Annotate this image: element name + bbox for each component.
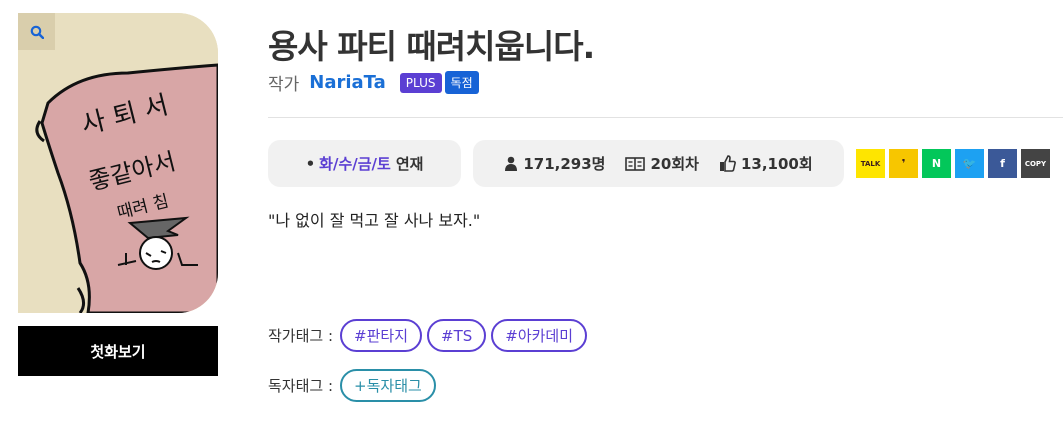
author-tag-fantasy[interactable]: #판타지 <box>340 319 422 352</box>
schedule-suffix: 연재 <box>395 155 424 173</box>
search-icon <box>30 25 44 39</box>
exclusive-badge: 독점 <box>444 71 479 94</box>
person-icon <box>505 156 518 171</box>
share-facebook-button[interactable]: f <box>988 149 1017 178</box>
cover-image[interactable]: 사 퇴 서 좋같아서 때려 침 <box>18 13 218 313</box>
author-name-link[interactable]: NariaTa <box>309 72 386 93</box>
author-tags-row: 작가태그 : #판타지 #TS #아카데미 <box>268 319 592 352</box>
readers-value: 171,293명 <box>523 155 606 173</box>
synopsis-quote: "나 없이 잘 먹고 잘 사나 보자." <box>268 211 481 230</box>
first-episode-button[interactable]: 첫화보기 <box>18 326 218 376</box>
author-row: 작가 NariaTa PLUS 독점 <box>268 70 482 95</box>
share-naver-button[interactable]: N <box>922 149 951 178</box>
share-twitter-button[interactable]: 🐦 <box>955 149 984 178</box>
episodes-stat: 20회차 <box>625 153 699 174</box>
reader-tags-label: 독자태그 : <box>268 377 334 395</box>
schedule-bullet: • <box>305 154 316 173</box>
schedule-days: 화/수/금/토 <box>319 155 391 173</box>
likes-value: 13,100회 <box>740 155 813 173</box>
page-title: 용사 파티 때려치웁니다. <box>268 27 595 66</box>
schedule-pill: • 화/수/금/토 연재 <box>268 140 461 187</box>
plus-badge: PLUS <box>399 72 442 93</box>
author-tag-ts[interactable]: #TS <box>427 319 487 352</box>
author-tag-academy[interactable]: #아카데미 <box>491 319 588 352</box>
episodes-value: 20회차 <box>650 155 699 173</box>
zoom-button[interactable] <box>18 13 55 50</box>
share-copy-button[interactable]: COPY <box>1021 149 1050 178</box>
thumbs-up-icon <box>719 155 736 172</box>
likes-stat: 13,100회 <box>719 153 813 174</box>
share-buttons: TALK ❜ N 🐦 f COPY <box>856 149 1054 178</box>
reader-tags-row: 독자태그 : +독자태그 <box>268 369 441 402</box>
author-label: 작가 <box>268 75 300 95</box>
stats-pill: 171,293명 20회차 13,100회 <box>473 140 844 187</box>
share-kakaostory-button[interactable]: ❜ <box>889 149 918 178</box>
add-reader-tag-button[interactable]: +독자태그 <box>340 369 436 402</box>
readers-stat: 171,293명 <box>504 153 605 174</box>
share-kakaotalk-button[interactable]: TALK <box>856 149 885 178</box>
book-icon <box>625 156 646 171</box>
author-tags-label: 작가태그 : <box>268 327 334 345</box>
divider <box>268 117 1063 118</box>
